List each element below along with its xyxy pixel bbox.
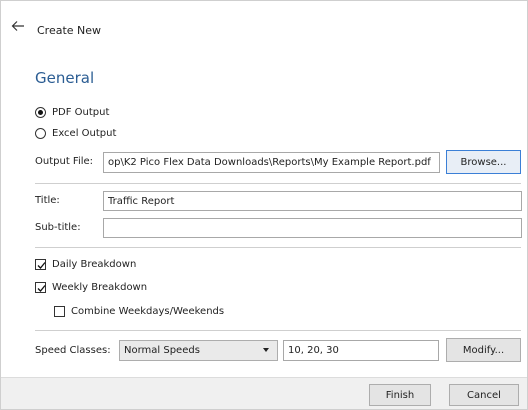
divider [35,247,521,248]
chevron-down-icon [263,348,269,352]
checkbox-label: Combine Weekdays/Weekends [71,305,225,317]
radio-excel-output[interactable]: Excel Output [35,125,116,141]
divider [35,330,521,331]
title-input[interactable]: Traffic Report [103,191,522,211]
speed-classes-select[interactable]: Normal Speeds [119,340,278,361]
finish-button[interactable]: Finish [369,384,431,406]
check-icon [37,261,46,269]
dialog-header: Create New [1,1,527,53]
radio-label: PDF Output [52,106,110,118]
speed-classes-label: Speed Classes: [35,345,111,356]
header-title: Create New [37,24,102,37]
checkbox-box[interactable] [35,281,46,293]
subtitle-label: Sub-title: [35,222,81,233]
radio-button[interactable] [35,106,46,118]
title-label: Title: [35,195,60,206]
divider [35,183,521,184]
output-file-input[interactable]: op\K2 Pico Flex Data Downloads\Reports\M… [103,152,440,173]
checkbox-box[interactable] [54,305,65,317]
check-icon [37,284,46,292]
modify-button[interactable]: Modify... [446,338,521,362]
radio-label: Excel Output [52,127,117,139]
browse-button[interactable]: Browse... [446,150,521,174]
daily-breakdown-checkbox[interactable]: Daily Breakdown [35,256,136,272]
combine-weekdays-weekends-checkbox[interactable]: Combine Weekdays/Weekends [54,303,224,319]
radio-pdf-output[interactable]: PDF Output [35,104,109,120]
speed-classes-selected: Normal Speeds [124,345,200,356]
checkbox-label: Daily Breakdown [52,258,137,270]
checkbox-box[interactable] [35,258,46,270]
create-new-dialog: Create New General PDF Output Excel Outp… [0,0,528,410]
radio-selected-dot [38,109,43,115]
section-title: General [35,69,95,87]
cancel-button[interactable]: Cancel [449,384,519,406]
checkbox-label: Weekly Breakdown [52,281,148,293]
back-arrow-icon[interactable] [11,20,25,32]
radio-button[interactable] [35,127,46,139]
speed-values-input[interactable]: 10, 20, 30 [283,340,439,361]
dialog-footer: Finish Cancel [1,377,527,409]
subtitle-input[interactable] [103,218,522,238]
weekly-breakdown-checkbox[interactable]: Weekly Breakdown [35,279,147,295]
output-file-label: Output File: [35,156,94,167]
